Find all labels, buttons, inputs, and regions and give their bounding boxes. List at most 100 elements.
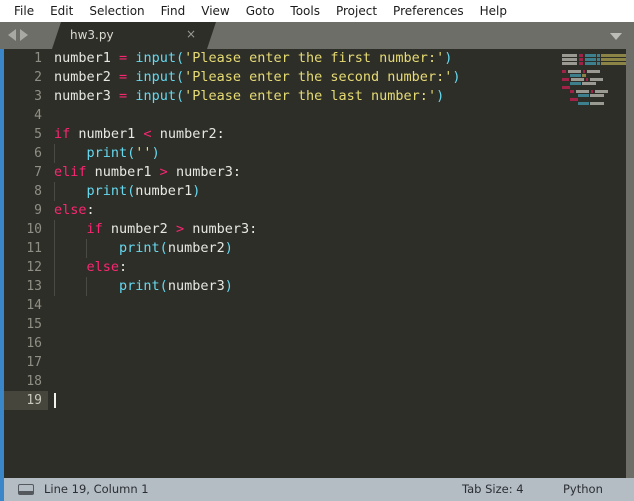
line-number: 15 (26, 317, 42, 332)
code-text: print('') (86, 145, 160, 161)
tab-navigation (8, 29, 28, 41)
line-number: 5 (34, 127, 42, 142)
minimap-row (562, 125, 626, 129)
gutter-row: 9 (4, 201, 48, 220)
tab-hw3-py[interactable]: hw3.py × (52, 22, 216, 49)
gutter-row: 14 (4, 296, 48, 315)
code-text: number3 = input('Please enter the last n… (54, 88, 445, 104)
close-icon[interactable]: × (184, 27, 198, 41)
line-number: 9 (34, 203, 42, 218)
gutter-row: 12 (4, 258, 48, 277)
gutter-row: 16 (4, 334, 48, 353)
gutter-row: 10 (4, 220, 48, 239)
code-row[interactable]: number3 = input('Please enter the last n… (48, 87, 558, 106)
code-text: else: (54, 202, 95, 218)
line-number: 8 (34, 184, 42, 199)
gutter-row: 5 (4, 125, 48, 144)
line-number: 2 (34, 70, 42, 85)
line-number: 3 (34, 89, 42, 104)
code-row[interactable] (48, 106, 558, 125)
line-number: 11 (26, 241, 42, 256)
arrow-right-icon[interactable] (20, 29, 28, 41)
gutter-row: 13 (4, 277, 48, 296)
line-number: 12 (26, 260, 42, 275)
code-text: if number2 > number3: (86, 221, 258, 237)
gutter-row: 2 (4, 68, 48, 87)
menu-item-preferences[interactable]: Preferences (385, 2, 472, 21)
sublime-text-window: File Edit Selection Find View Goto Tools Projec… (0, 0, 634, 501)
menu-item-view[interactable]: View (193, 2, 237, 21)
code-text: number2 = input('Please enter the second… (54, 69, 461, 85)
code-row[interactable] (48, 315, 558, 334)
gutter-row: 3 (4, 87, 48, 106)
menu-item-edit[interactable]: Edit (42, 2, 81, 21)
line-number: 13 (26, 279, 42, 294)
console-icon[interactable] (18, 484, 34, 495)
code-row[interactable] (48, 296, 558, 315)
code-text: number1 = input('Please enter the first … (54, 50, 453, 66)
code-row[interactable]: print('') (48, 144, 558, 163)
gutter-row: 18 (4, 372, 48, 391)
code-text: print(number3) (119, 278, 233, 294)
arrow-left-icon[interactable] (8, 29, 16, 41)
code-text: print(number1) (86, 183, 201, 199)
line-number: 7 (34, 165, 42, 180)
cursor-position-label: Line 19, Column 1 (44, 482, 149, 496)
tab-bar: hw3.py × (0, 22, 634, 49)
line-number-gutter: 1 2 3 4 5 6 7 8 9 10 11 12 13 14 15 16 17 18 19 (4, 49, 48, 478)
status-accent-stripe (0, 478, 4, 501)
code-row[interactable] (48, 334, 558, 353)
code-row[interactable]: number1 = input('Please enter the first … (48, 49, 558, 68)
line-number: 1 (34, 51, 42, 66)
menu-item-project[interactable]: Project (328, 2, 385, 21)
language-label[interactable]: Python (563, 482, 603, 497)
gutter-row: 8 (4, 182, 48, 201)
menu-item-tools[interactable]: Tools (282, 2, 328, 21)
code-row[interactable] (48, 372, 558, 391)
gutter-row: 19 (4, 391, 48, 410)
code-content[interactable]: number1 = input('Please enter the first … (48, 49, 558, 478)
gutter-row: 17 (4, 353, 48, 372)
menu-item-help[interactable]: Help (472, 2, 515, 21)
line-number: 19 (26, 393, 42, 408)
gutter-row: 11 (4, 239, 48, 258)
minimap[interactable] (558, 49, 632, 478)
code-text: elif number1 > number3: (54, 164, 241, 180)
line-number: 4 (34, 108, 42, 123)
code-row[interactable]: number2 = input('Please enter the second… (48, 68, 558, 87)
code-row[interactable]: elif number1 > number3: (48, 163, 558, 182)
line-number: 16 (26, 336, 42, 351)
code-row[interactable]: print(number1) (48, 182, 558, 201)
menu-item-find[interactable]: Find (153, 2, 194, 21)
code-row[interactable]: if number2 > number3: (48, 220, 558, 239)
code-row[interactable] (48, 391, 558, 410)
line-number: 14 (26, 298, 42, 313)
line-number: 17 (26, 355, 42, 370)
code-text: print(number2) (119, 240, 233, 256)
chevron-down-icon[interactable] (610, 33, 622, 40)
line-number: 6 (34, 146, 42, 161)
code-text: else: (86, 259, 128, 275)
gutter-row: 7 (4, 163, 48, 182)
code-row[interactable] (48, 353, 558, 372)
gutter-row: 4 (4, 106, 48, 125)
menu-item-file[interactable]: File (6, 2, 42, 21)
menu-bar: File Edit Selection Find View Goto Tools Projec… (0, 0, 634, 22)
line-number: 10 (26, 222, 42, 237)
code-row[interactable]: print(number3) (48, 277, 558, 296)
tab-label: hw3.py (70, 28, 114, 42)
code-row[interactable]: else: (48, 201, 558, 220)
menu-item-selection[interactable]: Selection (81, 2, 152, 21)
code-text: if number1 < number2: (54, 126, 225, 142)
text-cursor (54, 393, 56, 408)
gutter-row: 6 (4, 144, 48, 163)
code-row[interactable]: else: (48, 258, 558, 277)
menu-item-goto[interactable]: Goto (238, 2, 283, 21)
status-bar: Line 19, Column 1 Tab Size: 4 Python (0, 478, 634, 501)
code-row[interactable]: if number1 < number2: (48, 125, 558, 144)
vertical-scrollbar[interactable] (626, 49, 634, 478)
gutter-row: 1 (4, 49, 48, 68)
editor-pane[interactable]: 1 2 3 4 5 6 7 8 9 10 11 12 13 14 15 16 17 18 19 number1 = … (0, 49, 634, 478)
code-row[interactable]: print(number2) (48, 239, 558, 258)
tab-size-label[interactable]: Tab Size: 4 (462, 482, 524, 497)
